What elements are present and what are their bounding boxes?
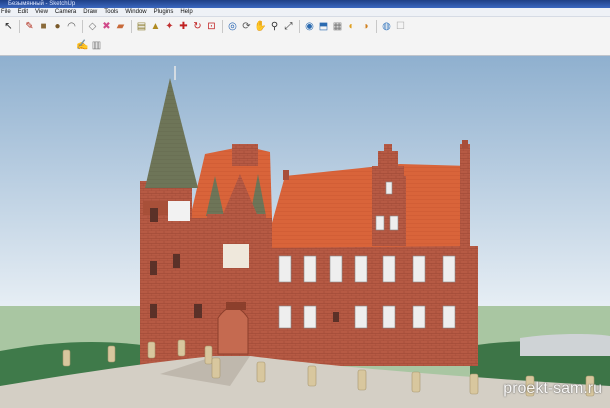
rotate-icon[interactable]: ↻ [191, 20, 204, 33]
materials-icon[interactable]: ◐ [345, 20, 358, 33]
toolbar: ↖ ✎ ■ ● ◠ ◇ ✖ ▰ ▤ ▲ ✦ ✚ ↻ ⊡ ◎ ⟳ ✋ ⚲ ⤢ ◉ ⬒ ▦ ◐ ◑ ◍ ☐ ✍ ▥ [0, 17, 610, 56]
castle-scene [0, 56, 610, 408]
arc-icon[interactable]: ◠ [65, 20, 78, 33]
pan-icon[interactable]: ✋ [254, 20, 267, 33]
menu-window[interactable]: Window [125, 8, 146, 17]
toolbar-separator [376, 20, 377, 33]
select-arrow-icon[interactable]: ↖ [2, 20, 15, 33]
offset-icon[interactable]: ◎ [226, 20, 239, 33]
tape-measure-icon[interactable]: ▤ [135, 20, 148, 33]
push-pull-icon[interactable]: ▲ [149, 20, 162, 33]
rectangle-icon[interactable]: ■ [37, 20, 50, 33]
menu-help[interactable]: Help [180, 8, 192, 17]
section-plane-icon[interactable]: ▥ [90, 39, 103, 52]
make-component-icon[interactable]: ◇ [86, 20, 99, 33]
components-icon[interactable]: ▦ [331, 20, 344, 33]
follow-me-icon[interactable]: ✦ [163, 20, 176, 33]
menu-bar: File Edit View Camera Draw Tools Window … [0, 8, 610, 17]
toolbar-row-secondary: ✍ ▥ [74, 36, 104, 55]
toolbar-separator [222, 20, 223, 33]
shadows-icon[interactable]: ☐ [394, 20, 407, 33]
pencil-icon[interactable]: ✎ [23, 20, 36, 33]
toolbar-row-main: ↖ ✎ ■ ● ◠ ◇ ✖ ▰ ▤ ▲ ✦ ✚ ↻ ⊡ ◎ ⟳ ✋ ⚲ ⤢ ◉ ⬒ ▦ ◐ ◑ ◍ ☐ [0, 17, 408, 36]
eraser-icon[interactable]: ✖ [100, 20, 113, 33]
toolbar-separator [82, 20, 83, 33]
walk-icon[interactable]: ✍ [76, 39, 89, 52]
get-models-icon[interactable]: ◉ [303, 20, 316, 33]
watermark: proekt-sam.ru [503, 380, 602, 397]
share-model-icon[interactable]: ⬒ [317, 20, 330, 33]
menu-draw[interactable]: Draw [83, 8, 97, 17]
menu-plugins[interactable]: Plugins [154, 8, 174, 17]
toolbar-separator [19, 20, 20, 33]
scale-icon[interactable]: ⊡ [205, 20, 218, 33]
google-earth-icon[interactable]: ◍ [380, 20, 393, 33]
toolbar-separator [299, 20, 300, 33]
zoom-icon[interactable]: ⚲ [268, 20, 281, 33]
menu-edit[interactable]: Edit [18, 8, 28, 17]
menu-tools[interactable]: Tools [104, 8, 118, 17]
menu-view[interactable]: View [35, 8, 48, 17]
model-viewport[interactable]: proekt-sam.ru [0, 56, 610, 408]
circle-icon[interactable]: ● [51, 20, 64, 33]
orbit-icon[interactable]: ⟳ [240, 20, 253, 33]
menu-camera[interactable]: Camera [55, 8, 76, 17]
toolbar-separator [131, 20, 132, 33]
paint-bucket-icon[interactable]: ▰ [114, 20, 127, 33]
styles-icon[interactable]: ◑ [359, 20, 372, 33]
window-title: Безымянный - SketchUp [8, 1, 76, 7]
menu-file[interactable]: File [1, 8, 11, 17]
zoom-extents-icon[interactable]: ⤢ [282, 20, 295, 33]
move-icon[interactable]: ✚ [177, 20, 190, 33]
